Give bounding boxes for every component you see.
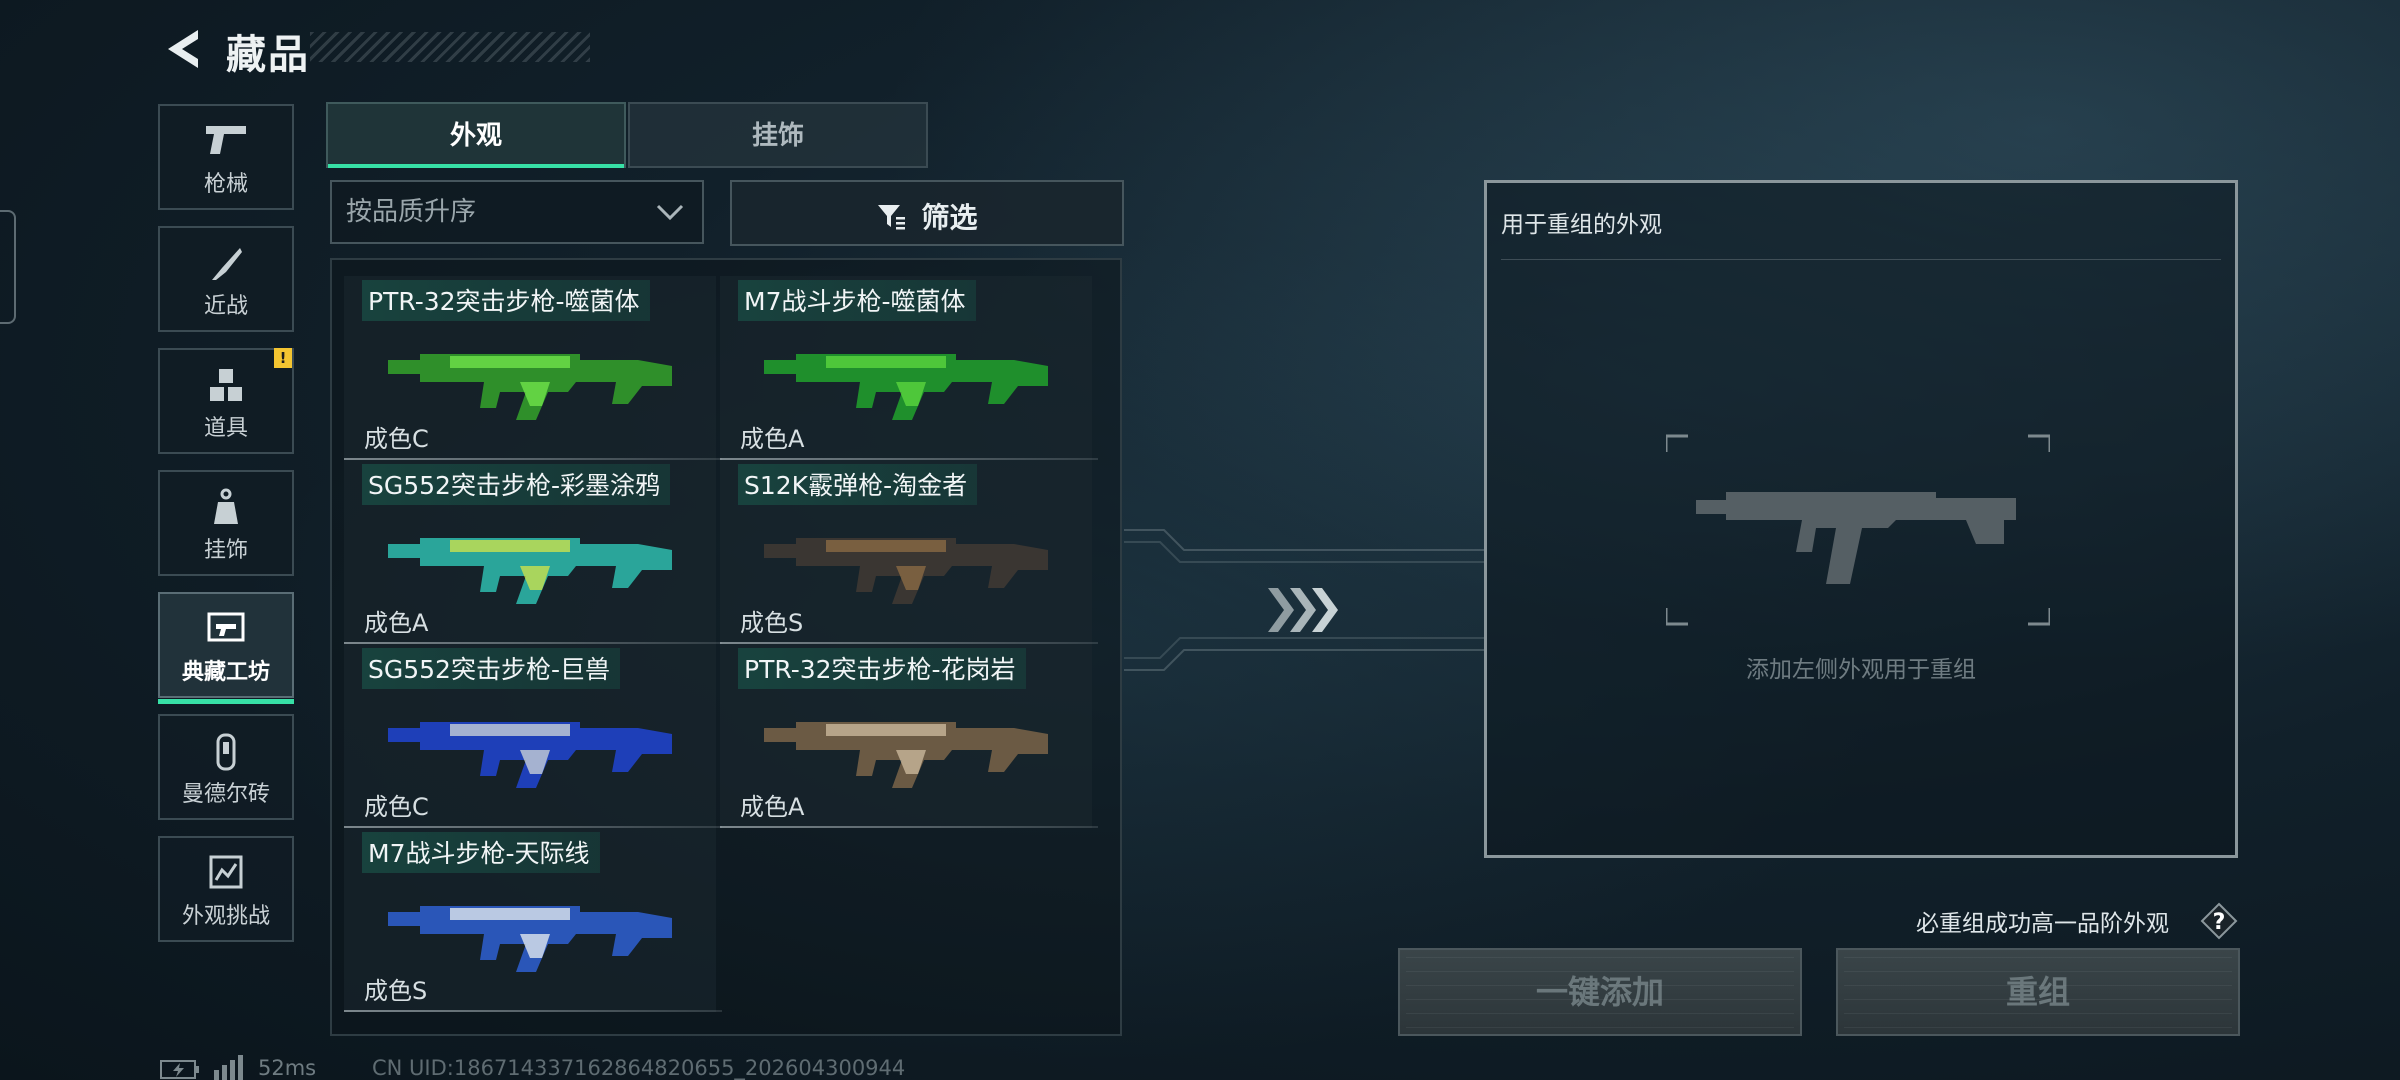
- appearance-card[interactable]: PTR-32突击步枪-花岗岩 成色A: [720, 644, 1098, 828]
- reorg-hint: 添加左侧外观用于重组: [1746, 657, 1976, 683]
- appearance-card[interactable]: PTR-32突击步枪-噬菌体 成色C: [344, 276, 722, 460]
- sidebar-item-label: 挂饰: [203, 538, 248, 563]
- card-grade: 成色C: [364, 425, 429, 453]
- pistol-icon: [160, 122, 292, 162]
- sidebar-item-label: 枪械: [203, 172, 248, 197]
- left-edge-handle[interactable]: [0, 210, 16, 324]
- sidebar-item-label: 典藏工坊: [181, 660, 270, 685]
- alert-badge: !: [274, 348, 292, 368]
- signal-icon: [214, 1055, 243, 1080]
- appearance-card[interactable]: S12K霰弹枪-淘金者 成色S: [720, 460, 1098, 644]
- sort-label: 按品质升序: [346, 197, 477, 227]
- card-name: M7战斗步枪-噬菌体: [738, 280, 976, 321]
- card-grade: 成色C: [364, 793, 429, 821]
- card-grade: 成色A: [364, 609, 429, 637]
- tab-appearance[interactable]: 外观: [326, 102, 626, 168]
- sidebar-item-props[interactable]: ! 道具: [158, 348, 294, 454]
- reorg-slot-placeholder[interactable]: [1666, 434, 2050, 626]
- battery-icon: [160, 1060, 199, 1079]
- chevron-down-icon: [656, 204, 684, 221]
- reorg-panel-title: 用于重组的外观: [1501, 212, 1662, 238]
- divider: [1501, 259, 2221, 260]
- appearance-card[interactable]: M7战斗步枪-噬菌体 成色A: [720, 276, 1098, 460]
- sidebar-item-guns[interactable]: 枪械: [158, 104, 294, 210]
- card-grade: 成色A: [740, 793, 805, 821]
- page-title: 藏品: [226, 32, 310, 78]
- challenge-icon: [160, 854, 292, 894]
- filter-button[interactable]: 筛选: [730, 180, 1124, 246]
- filter-icon: [878, 205, 906, 230]
- card-grade: 成色S: [740, 609, 804, 637]
- help-label: ?: [2213, 910, 2226, 935]
- sidebar-item-label: 外观挑战: [181, 904, 270, 929]
- rifle-skin-image: [388, 906, 672, 972]
- cubes-icon: [160, 366, 292, 406]
- add-all-label: 一键添加: [1535, 973, 1664, 1011]
- sidebar-item-label: 近战: [203, 294, 248, 319]
- card-name: S12K霰弹枪-淘金者: [738, 464, 978, 505]
- sidebar-item-charms[interactable]: 挂饰: [158, 470, 294, 576]
- sort-dropdown[interactable]: 按品质升序: [330, 180, 704, 244]
- sidebar-item-label: 道具: [203, 416, 248, 441]
- filter-label: 筛选: [921, 201, 978, 234]
- appearance-card[interactable]: M7战斗步枪-天际线 成色S: [344, 828, 722, 1012]
- rifle-skin-image: [764, 354, 1048, 420]
- charm-icon: [160, 488, 292, 528]
- shotgun-skin-image: [764, 538, 1048, 604]
- back-arrow-icon[interactable]: [158, 24, 208, 74]
- appearance-card[interactable]: SG552突击步枪-彩墨涂鸦 成色A: [344, 460, 722, 644]
- card-name: M7战斗步枪-天际线: [362, 832, 600, 873]
- help-icon[interactable]: ?: [2200, 902, 2238, 940]
- sidebar-item-mandel-brick[interactable]: 曼德尔砖: [158, 714, 294, 820]
- rifle-skin-image: [388, 538, 672, 604]
- triple-chevron-right-icon: [1268, 588, 1338, 632]
- card-grade: 成色A: [740, 425, 805, 453]
- rifle-skin-image: [764, 722, 1048, 788]
- sidebar-item-workshop[interactable]: 典藏工坊: [158, 592, 294, 704]
- appearance-grid: PTR-32突击步枪-噬菌体 成色C M7战斗步枪-噬菌体 成色A SG552突…: [330, 258, 1122, 1036]
- tab-charms[interactable]: 挂饰: [628, 102, 928, 168]
- appearance-card[interactable]: SG552突击步枪-巨兽 成色C: [344, 644, 722, 828]
- reorg-button[interactable]: 重组: [1836, 948, 2240, 1036]
- rifle-skin-image: [388, 722, 672, 788]
- card-name: PTR-32突击步枪-噬菌体: [362, 280, 650, 321]
- card-name: PTR-32突击步枪-花岗岩: [738, 648, 1026, 689]
- workshop-icon: [160, 610, 292, 650]
- title-stripe-decoration: [310, 32, 590, 62]
- ping-readout: 52ms: [258, 1056, 317, 1080]
- card-name: SG552突击步枪-巨兽: [362, 648, 620, 689]
- rifle-skin-image: [388, 354, 672, 420]
- guarantee-text: 必重组成功高一品阶外观: [1916, 911, 2169, 937]
- knife-icon: [160, 244, 292, 284]
- reorg-label: 重组: [2005, 973, 2070, 1011]
- add-all-button[interactable]: 一键添加: [1398, 948, 1802, 1036]
- user-uid: CN UID:1867143371628648206​55_2026043009…: [372, 1056, 906, 1080]
- sidebar-item-label: 曼德尔砖: [181, 782, 270, 807]
- card-name: SG552突击步枪-彩墨涂鸦: [362, 464, 670, 505]
- sidebar-item-melee[interactable]: 近战: [158, 226, 294, 332]
- brick-icon: [160, 732, 292, 772]
- card-grade: 成色S: [364, 977, 428, 1005]
- sidebar-item-appearance-challenge[interactable]: 外观挑战: [158, 836, 294, 942]
